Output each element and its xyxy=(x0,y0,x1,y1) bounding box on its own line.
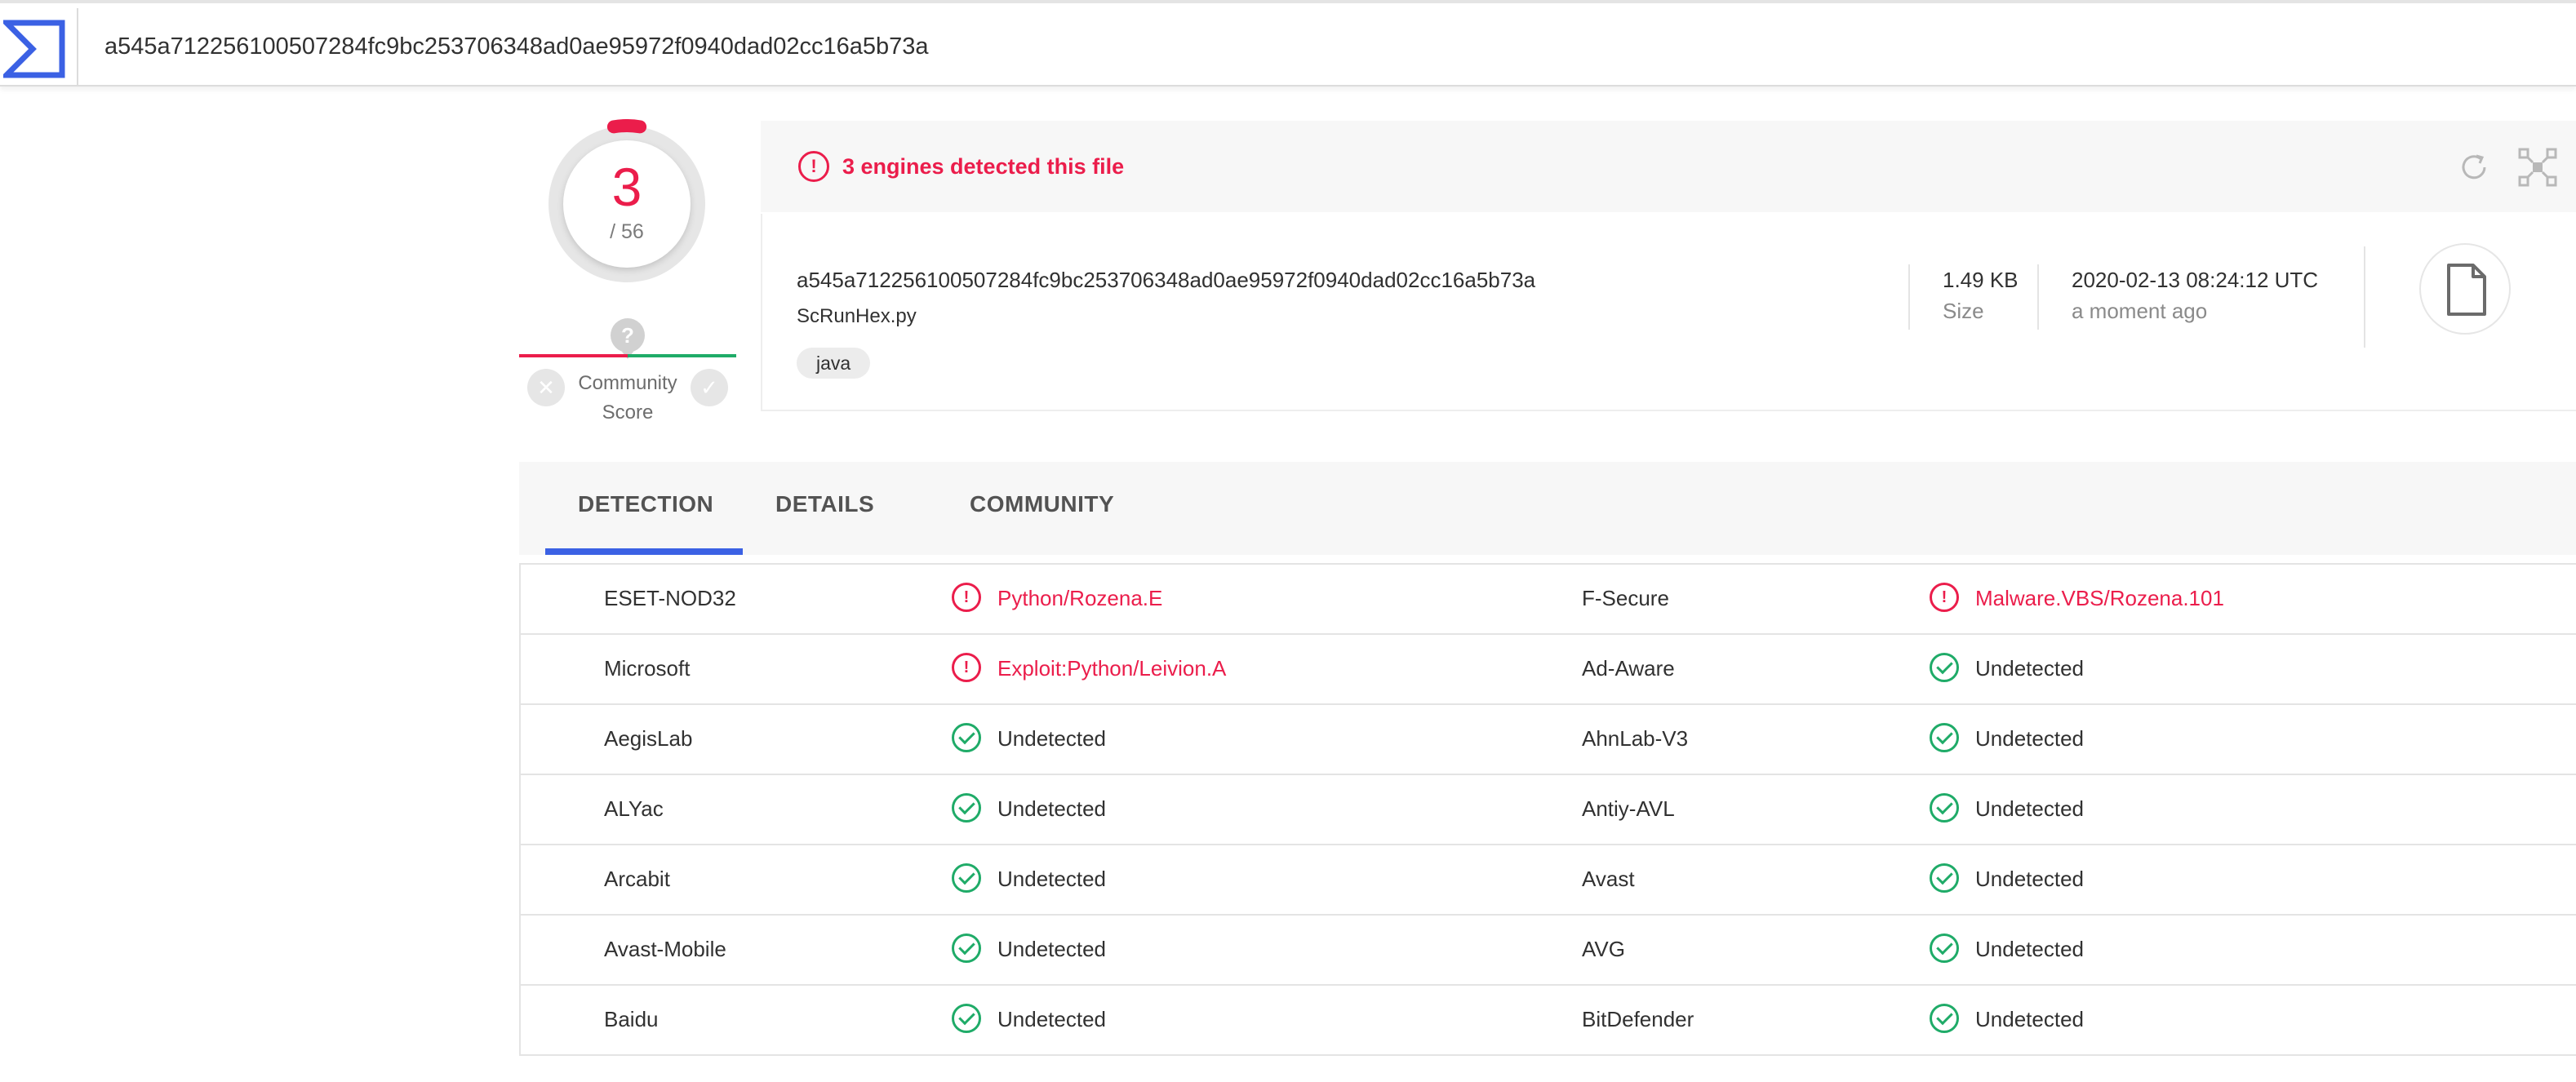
active-tab-indicator xyxy=(545,548,743,555)
check-circle-icon xyxy=(952,863,981,893)
file-date-value: 2020-02-13 08:24:12 UTC xyxy=(2072,268,2319,292)
file-size-value: 1.49 KB xyxy=(1943,268,2019,292)
check-circle-icon xyxy=(1930,653,1959,682)
detection-summary-title: 3 engines detected this file xyxy=(842,154,1125,179)
alert-circle-icon: ! xyxy=(952,583,981,612)
alert-circle-icon: ! xyxy=(798,151,829,182)
file-type-badge xyxy=(2419,243,2511,335)
community-score-label: Community Score xyxy=(578,372,677,423)
engine-name: ALYac xyxy=(604,796,664,821)
alert-circle-icon: ! xyxy=(1930,583,1959,612)
engine-total: / 56 xyxy=(610,220,644,243)
tab-details[interactable]: DETAILS xyxy=(775,491,874,517)
reanalyze-icon[interactable] xyxy=(2455,149,2493,186)
check-circle-icon xyxy=(1930,723,1959,752)
file-date-relative: a moment ago xyxy=(2072,299,2208,323)
engine-name: Avast xyxy=(1582,867,1635,891)
engine-name: AegisLab xyxy=(604,726,693,751)
detection-result: Python/Rozena.E xyxy=(997,586,1163,610)
file-size-label: Size xyxy=(1943,299,1984,323)
check-circle-icon xyxy=(952,723,981,752)
detection-result: Malware.VBS/Rozena.101 xyxy=(1975,586,2224,610)
downvote-icon[interactable]: ✕ xyxy=(527,369,565,406)
check-circle-icon xyxy=(952,793,981,823)
engine-name: Baidu xyxy=(604,1007,659,1031)
table-row: Microsoft! Exploit:Python/Leivion.A Ad-Awa… xyxy=(521,635,2576,705)
file-name: ScRunHex.py xyxy=(797,305,917,327)
table-row: ALYac Undetected Antiy-AVL Undetected xyxy=(521,775,2576,845)
divider xyxy=(1908,264,1910,330)
divider xyxy=(2364,246,2365,348)
check-circle-icon xyxy=(952,1004,981,1033)
community-score-bar-positive xyxy=(628,354,736,357)
undetected-result: Undetected xyxy=(1975,796,2084,821)
detection-count: 3 xyxy=(611,157,642,217)
community-score-bar-negative xyxy=(519,354,628,357)
file-info-card: a545a712256100507284fc9bc253706348ad0ae9… xyxy=(761,214,2576,411)
engine-name: BitDefender xyxy=(1582,1007,1694,1031)
top-bar xyxy=(0,0,2576,86)
divider xyxy=(2037,264,2039,330)
file-icon xyxy=(2447,264,2486,316)
undetected-result: Undetected xyxy=(997,796,1106,821)
engine-name: Avast-Mobile xyxy=(604,937,726,961)
engine-name: Arcabit xyxy=(604,867,670,891)
detection-score-ring: 3 / 56 xyxy=(542,119,712,289)
table-row: ESET-NOD32! Python/Rozena.E F-Secure! Malwa… xyxy=(521,565,2576,635)
undetected-result: Undetected xyxy=(997,867,1106,891)
engine-name: Antiy-AVL xyxy=(1582,796,1675,821)
graph-view-icon[interactable] xyxy=(2517,147,2558,188)
file-tag[interactable]: java xyxy=(797,348,871,379)
upvote-icon[interactable]: ✓ xyxy=(691,369,728,406)
check-circle-icon xyxy=(1930,793,1959,823)
undetected-result: Undetected xyxy=(997,1007,1106,1031)
check-circle-icon xyxy=(1930,933,1959,963)
engine-name: Microsoft xyxy=(604,656,691,681)
undetected-result: Undetected xyxy=(1975,1007,2084,1031)
undetected-result: Undetected xyxy=(997,937,1106,961)
detection-result: Exploit:Python/Leivion.A xyxy=(997,656,1227,681)
undetected-result: Undetected xyxy=(997,726,1106,751)
engine-name: F-Secure xyxy=(1582,586,1669,610)
check-circle-icon xyxy=(952,933,981,963)
detection-banner: ! 3 engines detected this file xyxy=(761,121,2576,212)
engine-name: AVG xyxy=(1582,937,1625,961)
engine-name: Ad-Aware xyxy=(1582,656,1675,681)
undetected-result: Undetected xyxy=(1975,656,2084,681)
detection-table: ESET-NOD32! Python/Rozena.E F-Secure! Malwa… xyxy=(519,563,2576,1056)
tab-community[interactable]: COMMUNITY xyxy=(970,491,1114,517)
undetected-result: Undetected xyxy=(1975,937,2084,961)
result-tabs: DETECTION DETAILS COMMUNITY xyxy=(519,462,2576,555)
check-circle-icon xyxy=(1930,863,1959,893)
tab-detection[interactable]: DETECTION xyxy=(578,491,713,517)
table-row: Arcabit Undetected Avast Undetected xyxy=(521,845,2576,916)
search-input[interactable] xyxy=(80,11,2561,82)
community-score: ? ✕ Community Score ✓ xyxy=(519,317,736,431)
check-circle-icon xyxy=(1930,1004,1959,1033)
community-score-question-icon[interactable]: ? xyxy=(611,318,645,359)
table-row: Avast-Mobile Undetected AVG Undetected xyxy=(521,916,2576,986)
file-hash: a545a712256100507284fc9bc253706348ad0ae9… xyxy=(797,268,1536,292)
virustotal-logo[interactable] xyxy=(0,8,78,85)
undetected-result: Undetected xyxy=(1975,726,2084,751)
table-row: AegisLab Undetected AhnLab-V3 Undetected xyxy=(521,705,2576,775)
alert-circle-icon: ! xyxy=(952,653,981,682)
sigma-logo-icon xyxy=(3,20,65,78)
engine-name: AhnLab-V3 xyxy=(1582,726,1689,751)
engine-name: ESET-NOD32 xyxy=(604,586,736,610)
table-row: Baidu Undetected BitDefender Undetected xyxy=(521,986,2576,1056)
undetected-result: Undetected xyxy=(1975,867,2084,891)
